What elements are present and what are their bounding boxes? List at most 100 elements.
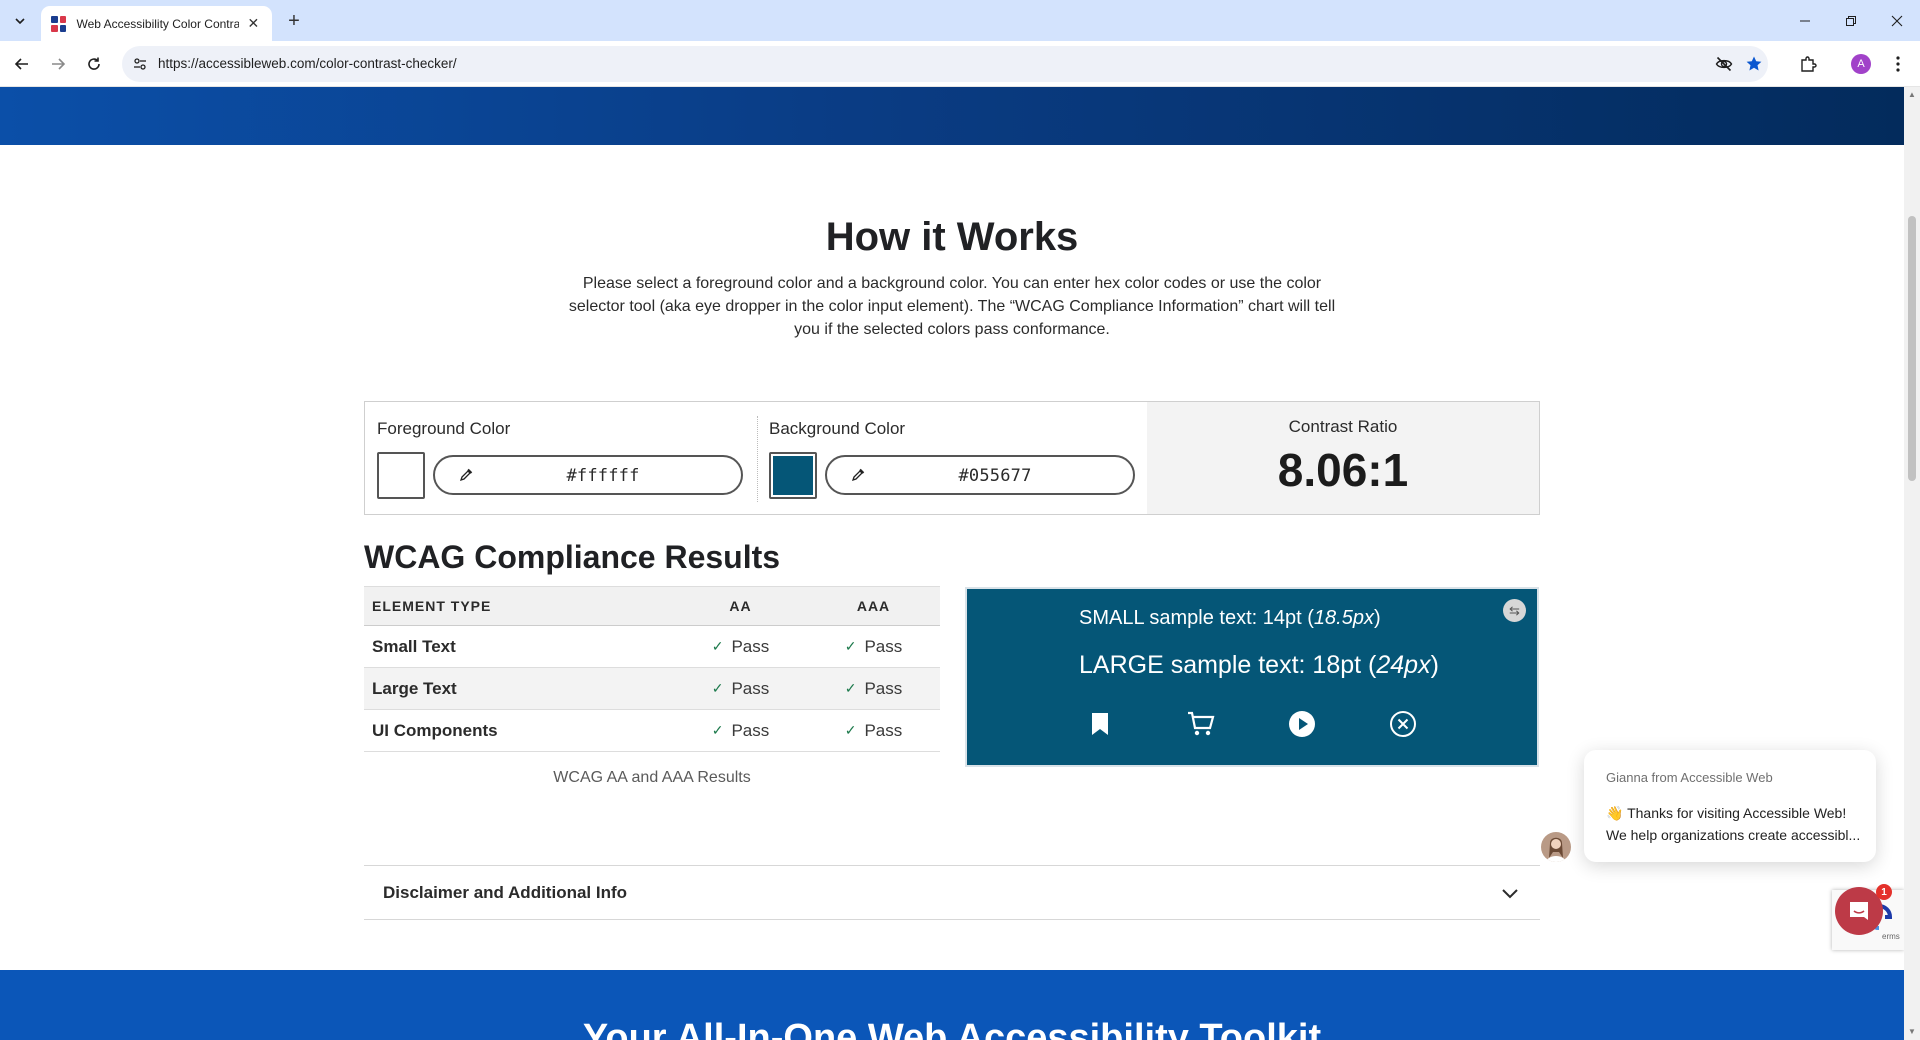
foreground-hex-value: #ffffff bbox=[566, 466, 640, 486]
new-tab-icon[interactable]: + bbox=[281, 8, 307, 34]
aa-result-cell: ✓ Pass bbox=[674, 667, 807, 710]
small-sample-suffix: ) bbox=[1373, 607, 1381, 629]
contrast-ratio-box: Contrast Ratio 8.06:1 bbox=[1147, 402, 1539, 514]
close-circle-icon bbox=[1388, 709, 1418, 739]
background-color-group: Background Color #055677 bbox=[769, 402, 1151, 514]
bookmark-icon bbox=[1085, 709, 1115, 739]
header-element-type: ELEMENT TYPE bbox=[364, 586, 674, 626]
background-swatch[interactable] bbox=[769, 452, 817, 499]
site-favicon-icon bbox=[51, 15, 67, 32]
aaa-result: Pass bbox=[864, 678, 903, 698]
profile-initial: A bbox=[1851, 54, 1871, 74]
large-sample-prefix: LARGE sample text: 18pt ( bbox=[1079, 651, 1377, 679]
chat-message: 👋 Thanks for visiting Accessible Web! We… bbox=[1606, 805, 1861, 843]
foreground-label: Foreground Color bbox=[377, 419, 511, 438]
background-hex-input[interactable]: #055677 bbox=[825, 455, 1135, 495]
recaptcha-terms[interactable]: erms bbox=[1882, 932, 1900, 941]
small-sample-text: SMALL sample text: 14pt (18.5px) bbox=[1079, 607, 1381, 630]
page-content: How it Works Please select a foreground … bbox=[0, 87, 1904, 1040]
check-icon: ✓ bbox=[711, 637, 724, 654]
panel-divider bbox=[757, 416, 758, 502]
color-checker-panel: Foreground Color #ffffff Background Colo… bbox=[364, 401, 1540, 515]
chat-sender: Gianna from Accessible Web bbox=[1606, 770, 1773, 785]
aa-result: Pass bbox=[731, 720, 770, 740]
chevron-down-icon[interactable] bbox=[1500, 883, 1520, 903]
swap-colors-icon[interactable]: ⇆ bbox=[1503, 599, 1526, 622]
scroll-thumb[interactable] bbox=[1908, 216, 1916, 481]
aaa-result: Pass bbox=[864, 636, 903, 656]
background-label: Background Color bbox=[769, 419, 906, 438]
table-row: Large Text ✓ Pass ✓ Pass bbox=[364, 667, 940, 710]
header-aa: AA bbox=[674, 586, 807, 626]
browser-tab[interactable]: Web Accessibility Color Contrast Checker… bbox=[41, 6, 272, 41]
wcag-results-title: WCAG Compliance Results bbox=[364, 539, 781, 575]
tab-title: Web Accessibility Color Contrast Checker bbox=[76, 16, 239, 31]
check-icon: ✓ bbox=[711, 721, 724, 738]
restore-icon[interactable] bbox=[1828, 0, 1874, 41]
browser-tab-bar: Web Accessibility Color Contrast Checker… bbox=[0, 0, 1920, 41]
eyedropper-icon[interactable] bbox=[849, 466, 867, 484]
profile-avatar[interactable]: A bbox=[1848, 51, 1874, 77]
bookmark-star-icon[interactable] bbox=[1744, 54, 1764, 74]
tab-search-icon[interactable] bbox=[8, 9, 32, 33]
aa-result: Pass bbox=[731, 636, 770, 656]
site-info-icon[interactable] bbox=[130, 54, 150, 74]
foreground-color-group: Foreground Color #ffffff bbox=[377, 402, 759, 514]
hero-banner bbox=[0, 87, 1904, 145]
large-sample-px: 24px bbox=[1376, 651, 1431, 679]
how-it-works-description: Please select a foreground color and a b… bbox=[568, 275, 1336, 338]
aaa-result-cell: ✓ Pass bbox=[807, 625, 940, 668]
header-aaa: AAA bbox=[807, 586, 940, 626]
tab-close-icon[interactable]: ✕ bbox=[245, 15, 262, 33]
url-text: https://accessibleweb.com/color-contrast… bbox=[158, 56, 457, 71]
forward-icon[interactable] bbox=[45, 51, 71, 77]
minimize-icon[interactable] bbox=[1782, 0, 1828, 41]
browser-toolbar: https://accessibleweb.com/color-contrast… bbox=[0, 41, 1920, 87]
page-scrollbar[interactable]: ▲ ▼ bbox=[1904, 87, 1920, 1040]
row-element-type: Small Text bbox=[364, 625, 674, 668]
address-bar[interactable]: https://accessibleweb.com/color-contrast… bbox=[122, 46, 1768, 82]
scroll-up-icon[interactable]: ▲ bbox=[1908, 91, 1916, 99]
cart-icon bbox=[1186, 709, 1216, 739]
toolkit-banner: Your All-In-One Web Accessibility Toolki… bbox=[0, 970, 1904, 1040]
aa-result: Pass bbox=[731, 678, 770, 698]
chat-bubble-icon bbox=[1850, 902, 1868, 920]
disclaimer-accordion[interactable]: Disclaimer and Additional Info bbox=[364, 865, 1540, 920]
eyedropper-icon[interactable] bbox=[457, 466, 475, 484]
aa-result-cell: ✓ Pass bbox=[674, 709, 807, 752]
back-icon[interactable] bbox=[9, 51, 35, 77]
wcag-results-table: ELEMENT TYPE AA AAA Small Text ✓ Pass ✓ Pa… bbox=[364, 586, 940, 752]
sample-preview: ⇆ SMALL sample text: 14pt (18.5px) LARGE… bbox=[965, 587, 1539, 767]
results-caption: WCAG AA and AAA Results bbox=[553, 769, 751, 786]
check-icon: ✓ bbox=[844, 679, 857, 696]
table-header-row: ELEMENT TYPE AA AAA bbox=[364, 586, 940, 626]
aaa-result-cell: ✓ Pass bbox=[807, 709, 940, 752]
check-icon: ✓ bbox=[711, 679, 724, 696]
row-element-type: Large Text bbox=[364, 667, 674, 710]
row-element-type: UI Components bbox=[364, 709, 674, 752]
chat-notification-badge: 1 bbox=[1876, 884, 1892, 900]
large-sample-text: LARGE sample text: 18pt (24px) bbox=[1079, 651, 1439, 680]
scroll-down-icon[interactable]: ▼ bbox=[1908, 1028, 1916, 1036]
foreground-swatch[interactable] bbox=[377, 452, 425, 499]
eye-off-icon[interactable] bbox=[1714, 54, 1734, 74]
extensions-icon[interactable] bbox=[1795, 51, 1821, 77]
chat-preview-card[interactable]: Gianna from Accessible Web 👋 Thanks for … bbox=[1584, 750, 1876, 862]
reload-icon[interactable] bbox=[81, 51, 107, 77]
disclaimer-title: Disclaimer and Additional Info bbox=[383, 883, 628, 902]
small-sample-px: 18.5px bbox=[1313, 607, 1374, 629]
small-sample-prefix: SMALL sample text: 14pt ( bbox=[1079, 607, 1314, 629]
aaa-result: Pass bbox=[864, 720, 903, 740]
check-icon: ✓ bbox=[844, 721, 857, 738]
aa-result-cell: ✓ Pass bbox=[674, 625, 807, 668]
table-row: Small Text ✓ Pass ✓ Pass bbox=[364, 625, 940, 668]
table-row: UI Components ✓ Pass ✓ Pass bbox=[364, 709, 940, 752]
toolkit-title: Your All-In-One Web Accessibility Toolki… bbox=[582, 1017, 1322, 1040]
how-it-works-title: How it Works bbox=[825, 215, 1079, 259]
foreground-hex-input[interactable]: #ffffff bbox=[433, 455, 743, 495]
contrast-ratio-value: 8.06:1 bbox=[1277, 444, 1409, 496]
window-close-icon[interactable] bbox=[1874, 0, 1920, 41]
browser-menu-icon[interactable] bbox=[1885, 51, 1911, 77]
chat-agent-avatar bbox=[1541, 832, 1571, 862]
check-icon: ✓ bbox=[844, 637, 857, 654]
